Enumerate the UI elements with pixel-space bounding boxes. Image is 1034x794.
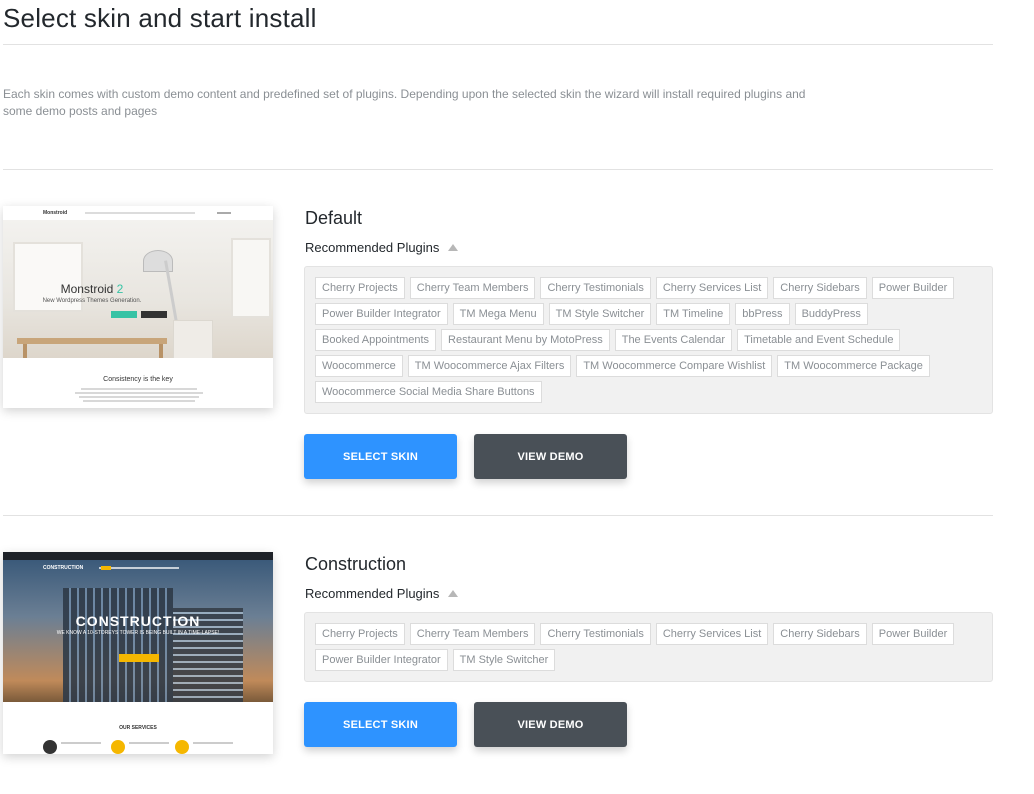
view-demo-button[interactable]: VIEW DEMO [474, 434, 627, 479]
thumb-section-title: OUR SERVICES [119, 725, 157, 731]
plugin-tag: Cherry Sidebars [773, 277, 867, 299]
header-divider [3, 44, 993, 45]
plugin-tag: TM Woocommerce Package [777, 355, 930, 377]
plugin-tag: Woocommerce Social Media Share Buttons [315, 381, 542, 403]
plugin-tag: TM Timeline [656, 303, 731, 325]
plugin-tag: BuddyPress [794, 303, 868, 325]
page-description: Each skin comes with custom demo content… [3, 87, 806, 118]
plugin-tag: Timetable and Event Schedule [737, 329, 901, 351]
plugin-tag: Power Builder Integrator [315, 649, 448, 671]
skin-default-thumbnail: Monstroid Monstroid 2 New Wordpress Them… [3, 206, 273, 408]
plugin-tag: Cherry Testimonials [540, 623, 651, 645]
plugin-tag: bbPress [735, 303, 790, 325]
recommended-plugins-toggle[interactable]: Recommended Plugins [305, 586, 459, 601]
plugin-tag: Cherry Services List [655, 277, 769, 299]
thumb-hero-title: Monstroid 2 [60, 282, 124, 296]
plugin-tag: The Events Calendar [614, 329, 733, 351]
thumb-hero: Monstroid 2 New Wordpress Themes Generat… [3, 220, 273, 372]
plugin-tag: Power Builder Integrator [315, 303, 448, 325]
plugin-tag: TM Style Switcher [548, 303, 652, 325]
view-demo-button[interactable]: VIEW DEMO [474, 702, 627, 747]
recommended-plugins-label: Recommended Plugins [305, 240, 440, 255]
collapse-arrow-icon [448, 244, 459, 251]
plugin-tag: Cherry Sidebars [773, 623, 867, 645]
plugin-tag: TM Woocommerce Compare Wishlist [576, 355, 773, 377]
select-skin-button[interactable]: SELECT SKIN [304, 434, 457, 479]
plugin-list: Cherry Projects Cherry Team Members Cher… [304, 612, 993, 682]
recommended-plugins-toggle[interactable]: Recommended Plugins [305, 240, 459, 255]
thumb-hero-subtitle: New Wordpress Themes Generation. [42, 298, 142, 304]
thumb-section-title: Consistency is the key [103, 376, 173, 383]
thumb-brand: Monstroid [43, 210, 68, 216]
plugin-tag: TM Style Switcher [452, 649, 556, 671]
skin-name: Construction [305, 554, 407, 574]
plugin-tag: TM Woocommerce Ajax Filters [407, 355, 572, 377]
plugin-tag: Cherry Projects [315, 623, 405, 645]
plugin-tag: Woocommerce [315, 355, 403, 377]
thumb-hero-title: CONSTRUCTION [75, 613, 201, 629]
plugin-list: Cherry Projects Cherry Team Members Cher… [304, 266, 993, 414]
skin-divider [3, 515, 993, 516]
building-graphic [63, 588, 173, 710]
recommended-plugins-label: Recommended Plugins [305, 586, 440, 601]
plugin-tag: Power Builder [871, 277, 955, 299]
plugin-tag: Cherry Services List [655, 623, 769, 645]
thumb-brand: CONSTRUCTION [43, 565, 84, 571]
description-divider [3, 169, 993, 170]
thumb-hero-subtitle: WE KNOW A 10-STOREYS TOWER IS BEING BUIL… [56, 630, 220, 636]
plugin-tag: Cherry Team Members [409, 623, 536, 645]
select-skin-button[interactable]: SELECT SKIN [304, 702, 457, 747]
plugin-tag: Cherry Projects [315, 277, 405, 299]
collapse-arrow-icon [448, 590, 459, 597]
plugin-tag: Cherry Team Members [409, 277, 536, 299]
plugin-tag: Power Builder [871, 623, 955, 645]
skin-name: Default [305, 208, 363, 228]
thumb-nav: Monstroid [3, 206, 273, 220]
plugin-tag: Restaurant Menu by MotoPress [441, 329, 610, 351]
skin-construction-thumbnail: CONSTRUCTION CONSTRUCTION WE KNOW A 10-S… [3, 552, 273, 754]
plugin-tag: Cherry Testimonials [540, 277, 651, 299]
plugin-tag: TM Mega Menu [452, 303, 544, 325]
plugin-tag: Booked Appointments [315, 329, 437, 351]
page-title: Select skin and start install [3, 3, 317, 33]
